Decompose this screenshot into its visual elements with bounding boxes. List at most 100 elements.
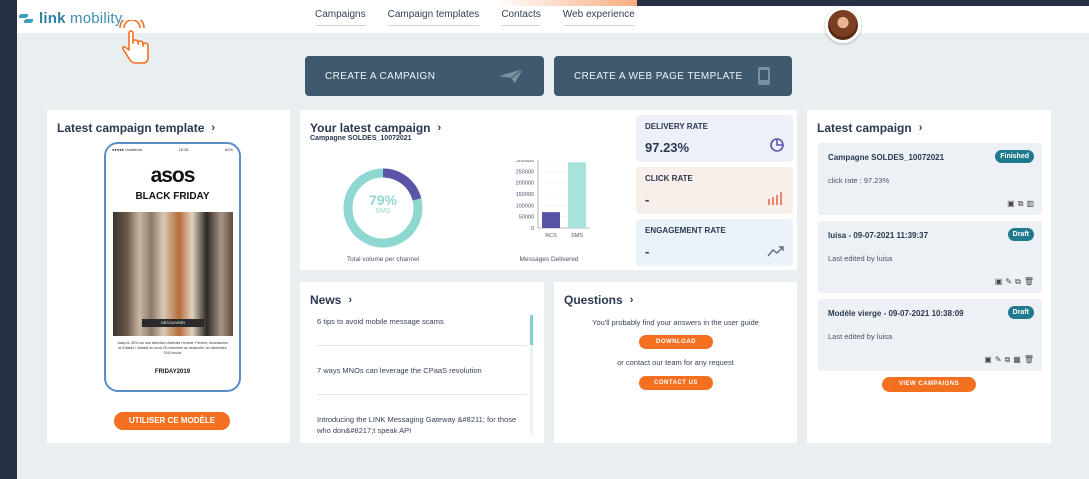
edit-icon[interactable]: ✎ <box>1005 277 1012 287</box>
download-button[interactable]: DOWNLOAD <box>639 335 713 349</box>
create-campaign-label: CREATE A CAMPAIGN <box>325 70 436 82</box>
status-badge: Finished <box>995 150 1034 163</box>
campaign-list-item[interactable]: Modèle vierge - 09-07-2021 10:38:09 Last… <box>818 299 1042 371</box>
news-title[interactable]: News › <box>310 293 352 307</box>
view-campaigns-button[interactable]: VIEW CAMPAIGNS <box>882 377 976 392</box>
campaign-subtitle: Campagne SOLDES_10072021 <box>310 135 412 142</box>
click-rate-metric: CLICK RATE - <box>636 167 793 214</box>
preview-promo-code: FRIDAY2019 <box>154 369 191 375</box>
preview-headline: BLACK FRIDAY <box>135 191 210 202</box>
phone-carrier: ●●●●● Vodafone <box>112 147 143 152</box>
latest-campaign-title[interactable]: Latest campaign › <box>817 121 922 135</box>
your-latest-campaign-title[interactable]: Your latest campaign › <box>310 121 441 135</box>
y-tick-label: 200000 <box>516 181 534 187</box>
campaign-item-title: Modèle vierge - 09-07-2021 10:38:09 <box>828 309 964 318</box>
nav-campaign-templates[interactable]: Campaign templates <box>387 9 480 26</box>
y-tick-label: 300000 <box>516 160 534 164</box>
messages-delivered-bar-chart: 300000 250000 200000 150000 100000 50000 0 RCS S… <box>516 160 590 239</box>
y-tick-label: 0 <box>531 226 534 232</box>
campaign-item-actions: ▣ ✎ ⧉ 🗑 <box>995 277 1034 287</box>
duplicate-icon[interactable]: ⧉ <box>1015 277 1021 287</box>
chevron-right-icon: › <box>348 294 353 306</box>
template-preview-phone[interactable]: ●●●●● Vodafone 15:26 82% asos BLACK FRID… <box>104 142 241 392</box>
nav-contacts[interactable]: Contacts <box>501 9 541 26</box>
top-bar: link mobility Campaigns Campaign templat… <box>17 0 1089 33</box>
chevron-right-icon: › <box>211 122 216 134</box>
save-icon[interactable]: ▣ <box>1007 199 1015 209</box>
campaign-list-item[interactable]: luisa - 09-07-2021 11:39:37 Last edited … <box>818 221 1042 293</box>
calendar-icon[interactable]: ▦ <box>1013 355 1021 365</box>
dashboard: link mobility Campaigns Campaign templat… <box>17 0 1089 479</box>
x-tick-label: RCS <box>545 233 557 239</box>
bar-caption: Messages Delivered <box>519 256 579 263</box>
save-icon[interactable]: ▣ <box>995 277 1003 287</box>
phone-battery: 82% <box>224 147 233 152</box>
logo[interactable]: link mobility <box>18 10 122 27</box>
news-item[interactable]: 6 tips to avoid mobile message scams <box>317 316 527 346</box>
delivery-rate-label: DELIVERY RATE <box>645 122 708 131</box>
main-nav: Campaigns Campaign templates Contacts We… <box>315 9 635 26</box>
x-tick-label: SMS <box>571 233 583 239</box>
edit-icon[interactable]: ✎ <box>995 355 1002 365</box>
create-web-template-label: CREATE A WEB PAGE TEMPLATE <box>574 70 743 82</box>
y-tick-label: 100000 <box>516 203 534 209</box>
click-rate-value: - <box>645 192 650 207</box>
bar-chart-icon <box>768 192 782 205</box>
donut-channel: SMS <box>375 208 391 215</box>
bar-rcs <box>542 212 560 228</box>
trend-up-icon <box>767 246 784 257</box>
create-web-page-template-button[interactable]: CREATE A WEB PAGE TEMPLATE <box>554 56 792 96</box>
campaign-item-subtitle: click rate : 97.23% <box>828 176 890 185</box>
y-tick-label: 250000 <box>516 169 534 175</box>
mobile-page-icon <box>758 67 770 85</box>
latest-template-card: Latest campaign template › ●●●●● Vodafone… <box>47 110 290 443</box>
preview-photo-button: DÉCOUVRIR <box>142 319 204 327</box>
click-rate-label: CLICK RATE <box>645 174 693 183</box>
news-item[interactable]: 7 ways MNOs can leverage the CPaaS revol… <box>317 365 527 395</box>
duplicate-icon[interactable]: ⧉ <box>1005 355 1011 365</box>
stats-icon[interactable]: ▥ <box>1026 199 1034 209</box>
pie-chart-icon <box>770 138 784 152</box>
chevron-right-icon: › <box>629 294 634 306</box>
campaign-item-subtitle: Last edited by luisa <box>828 332 893 341</box>
nav-campaigns[interactable]: Campaigns <box>315 9 366 26</box>
create-campaign-button[interactable]: CREATE A CAMPAIGN <box>305 56 544 96</box>
user-avatar[interactable] <box>825 7 861 43</box>
donut-percent: 79% <box>368 192 398 208</box>
status-badge: Draft <box>1007 306 1034 319</box>
campaign-item-subtitle: Last edited by luisa <box>828 254 893 263</box>
delete-icon[interactable]: 🗑 <box>1024 355 1034 365</box>
delete-icon[interactable]: 🗑 <box>1024 277 1034 287</box>
nav-web-experience[interactable]: Web experience <box>562 9 635 26</box>
messages-delivered-card: 300000 250000 200000 150000 100000 50000 0 RCS S… <box>466 110 632 270</box>
chevron-right-icon: › <box>437 122 442 134</box>
questions-card: Questions › You'll probably find your ans… <box>554 282 797 443</box>
latest-template-title[interactable]: Latest campaign template › <box>57 121 215 135</box>
metrics-card: DELIVERY RATE 97.23% CLICK RATE - ENGAGE… <box>632 110 797 270</box>
campaign-list-item[interactable]: Campagne SOLDES_10072021 click rate : 97… <box>818 143 1042 215</box>
questions-title[interactable]: Questions › <box>564 293 633 307</box>
campaign-item-actions: ▣ ✎ ⧉ ▦ 🗑 <box>984 355 1034 365</box>
engagement-rate-label: ENGAGEMENT RATE <box>645 226 726 235</box>
brand-logo: asos <box>150 164 196 187</box>
delivery-rate-value: 97.23% <box>645 140 690 155</box>
delivery-rate-metric: DELIVERY RATE 97.23% <box>636 115 793 162</box>
news-scrollbar-thumb[interactable] <box>530 315 533 345</box>
engagement-rate-metric: ENGAGEMENT RATE - <box>636 219 793 266</box>
hand-pointer-icon <box>119 20 149 64</box>
engagement-rate-value: - <box>645 244 650 259</box>
duplicate-icon[interactable]: ⧉ <box>1018 199 1024 209</box>
questions-guide-text: You'll probably find your answers in the… <box>592 318 759 327</box>
status-badge: Draft <box>1007 228 1034 241</box>
save-icon[interactable]: ▣ <box>984 355 992 365</box>
contact-us-button[interactable]: CONTACT US <box>639 376 713 390</box>
campaign-item-actions: ▣ ⧉ ▥ <box>1007 199 1034 209</box>
chevron-right-icon: › <box>918 122 923 134</box>
paper-plane-icon <box>499 68 524 83</box>
news-item[interactable]: Introducing the LINK Messaging Gateway &… <box>317 414 527 454</box>
logo-mark-icon <box>18 13 35 24</box>
top-dark-stripe <box>637 0 1089 6</box>
preview-photo: DÉCOUVRIR <box>113 212 233 336</box>
your-latest-campaign-card: Your latest campaign › Campagne SOLDES_10… <box>300 110 466 270</box>
use-template-button[interactable]: UTILISER CE MODÈLE <box>114 412 230 430</box>
